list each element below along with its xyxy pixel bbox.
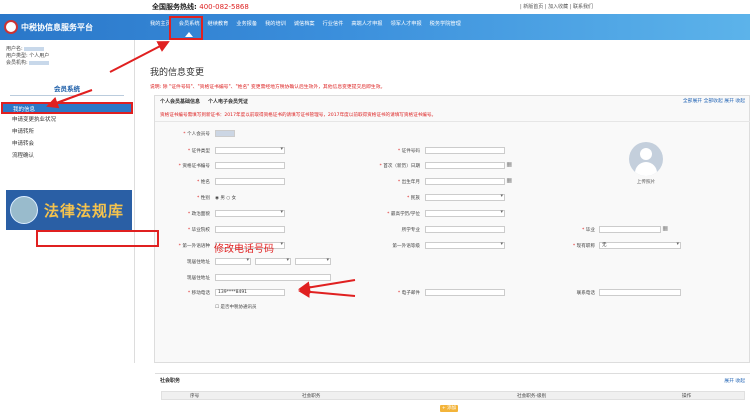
email-input[interactable] [425,289,505,296]
member-no-field [215,130,235,137]
photo-upload[interactable]: 上传照片 [625,142,667,190]
col-level: 社会职务-级别 [517,394,547,399]
hotline: 全国服务热线: 400-082-5868 [152,3,249,11]
label-first-date: * 首次（新历）日期 [379,164,420,169]
sidebar-divider [10,95,124,96]
phone-input[interactable]: 139****8491 [215,289,285,296]
law-library-banner[interactable]: 法律法规库 [6,190,132,230]
label-school: * 毕业院校 [187,228,210,233]
nation-select[interactable] [425,194,505,201]
politics-select[interactable] [215,210,285,217]
top-strip: 全国服务热线: 400-082-5868 | 新版首页 | 加入收藏 | 联系我… [0,0,750,14]
education-select[interactable] [425,210,505,217]
label-politics: * 政治面貌 [187,212,210,217]
header-bar: 中税协信息服务平台 我的主页 会员系统 继续教育 业务报备 我的培训 诚信档案 … [0,14,750,40]
col-index: 序号 [190,394,200,399]
panel-expand-links[interactable]: 全部展开 全部收起 展开 收起 [683,97,745,104]
label-lang1: * 第一外语语种 [178,244,210,249]
name-input[interactable] [215,178,285,185]
id-no-input[interactable] [425,147,505,154]
notice-text: 说明: 除 "证件号码"、"资格证书编号"、"姓名" 变更需经地方税协确认后生效… [150,85,386,90]
sidebar-menu: 我的信息 申请变更执业状况 申请转所 申请转会 流程确认 [0,102,134,162]
site-logo[interactable]: 中税协信息服务平台 [4,19,144,35]
col-post: 社会职务 [302,394,321,399]
birthday-input[interactable] [425,178,512,185]
school-input[interactable] [215,226,285,233]
tab-basic-info[interactable]: 个人会员基础信息 [160,98,200,105]
label-cert-no: * 资格证书编号 [178,164,210,169]
nav-item-letters[interactable]: 行业信件 [319,14,348,40]
nav-item-academy[interactable]: 税务学院管理 [426,14,465,40]
label-birthday: * 出生年月 [397,180,420,185]
cert-hint: 资格证书编号需填写到新证书：2017年度以前取得资格证书的请填写证书管理号，20… [160,113,437,118]
gender-radio-group[interactable]: ◉ 男 ○ 女 [215,195,236,201]
sidebar-title: 会员系统 [54,85,80,93]
label-address: 现居住地址 [187,260,210,265]
banner-text: 法律法规库 [44,201,125,220]
avatar-icon [629,142,663,176]
correspondent-checkbox[interactable]: ☐ 是否中税协通讯员 [215,304,256,310]
title-select[interactable]: 无 [599,242,681,249]
label-member-no: * 个人会员号 [183,132,210,137]
logo-text: 中税协信息服务平台 [21,22,93,32]
label-education: * 最高学历/学位 [387,212,420,217]
address-detail-input[interactable] [215,274,331,281]
id-type-select[interactable] [215,147,285,154]
sidebar-item-transfer-member[interactable]: 申请转会 [0,138,134,150]
label-tel: 联系电话 [576,291,595,296]
sidebar-item-transfer[interactable]: 申请转所 [0,126,134,138]
first-date-input[interactable] [425,162,512,169]
highlight-phone-box [36,230,159,247]
label-address2: 现居住地址 [187,276,210,281]
label-gender: * 性别 [197,196,210,201]
tel-input[interactable] [599,289,681,296]
label-major: 所学专业 [401,228,420,233]
cert-no-input[interactable] [215,162,285,169]
province-select[interactable] [215,258,251,265]
user-info: 用户名: 用户类型: 个人用户 会员机构: [6,46,50,66]
city-select[interactable] [255,258,291,265]
photo-caption: 上传照片 [636,180,656,185]
label-email: * 电子邮件 [397,291,420,296]
grad-date-input[interactable] [599,226,668,233]
nav-item-report[interactable]: 业务报备 [232,14,261,40]
nav-item-leader[interactable]: 领军人才申报 [387,14,426,40]
social-title: 社会职务 [160,378,181,384]
nav-item-credit[interactable]: 诚信档案 [290,14,319,40]
highlight-nav-box [169,16,203,40]
label-phone: * 移动电话 [187,291,210,296]
district-select[interactable] [295,258,331,265]
social-expand-links[interactable]: 展开 收起 [724,377,745,384]
sidebar-item-confirm[interactable]: 流程确认 [0,150,134,162]
tab-e-cert[interactable]: 个人电子会员凭证 [208,98,248,105]
sidebar: 用户名: 用户类型: 个人用户 会员机构: 会员系统 我的信息 申请变更执业状况… [0,40,135,363]
annotation-text: 修改电话号码 [214,244,274,255]
globe-icon [10,196,38,224]
nav-item-talent[interactable]: 高端人才申报 [347,14,386,40]
sidebar-item-my-info[interactable]: 我的信息 [1,102,133,114]
page-title: 我的信息变更 [150,68,205,78]
panel-divider [155,121,750,122]
label-lang1-level: 第一外语等级 [392,244,420,249]
label-id-no: * 证件号码 [397,149,420,154]
sidebar-item-change-status[interactable]: 申请变更执业状况 [0,114,134,126]
logo-icon [4,20,18,34]
social-table-header: 序号 社会职务 社会职务-级别 操作 [161,391,745,400]
col-action: 操作 [682,394,692,399]
form-panel: 个人会员基础信息 个人电子会员凭证 全部展开 全部收起 展开 收起 资格证书编号… [154,95,750,412]
main-content: 我的信息变更 说明: 除 "证件号码"、"资格证书编号"、"姓名" 变更需经地方… [148,40,750,412]
label-title: * 现有职称 [572,244,595,249]
lang1-level-select[interactable] [425,242,505,249]
label-grad: * 毕业 [582,228,595,233]
add-social-button[interactable]: + 添加 [440,405,458,412]
nav-item-education[interactable]: 继续教育 [204,14,233,40]
label-id-type: * 证件类型 [187,149,210,154]
top-links[interactable]: | 新版首页 | 加入收藏 | 联系我们 [520,3,593,10]
nav-item-training[interactable]: 我的培训 [261,14,290,40]
section-divider [155,373,750,374]
label-name: * 姓名 [197,180,210,185]
label-nation: * 民族 [407,196,420,201]
major-input[interactable] [425,226,505,233]
